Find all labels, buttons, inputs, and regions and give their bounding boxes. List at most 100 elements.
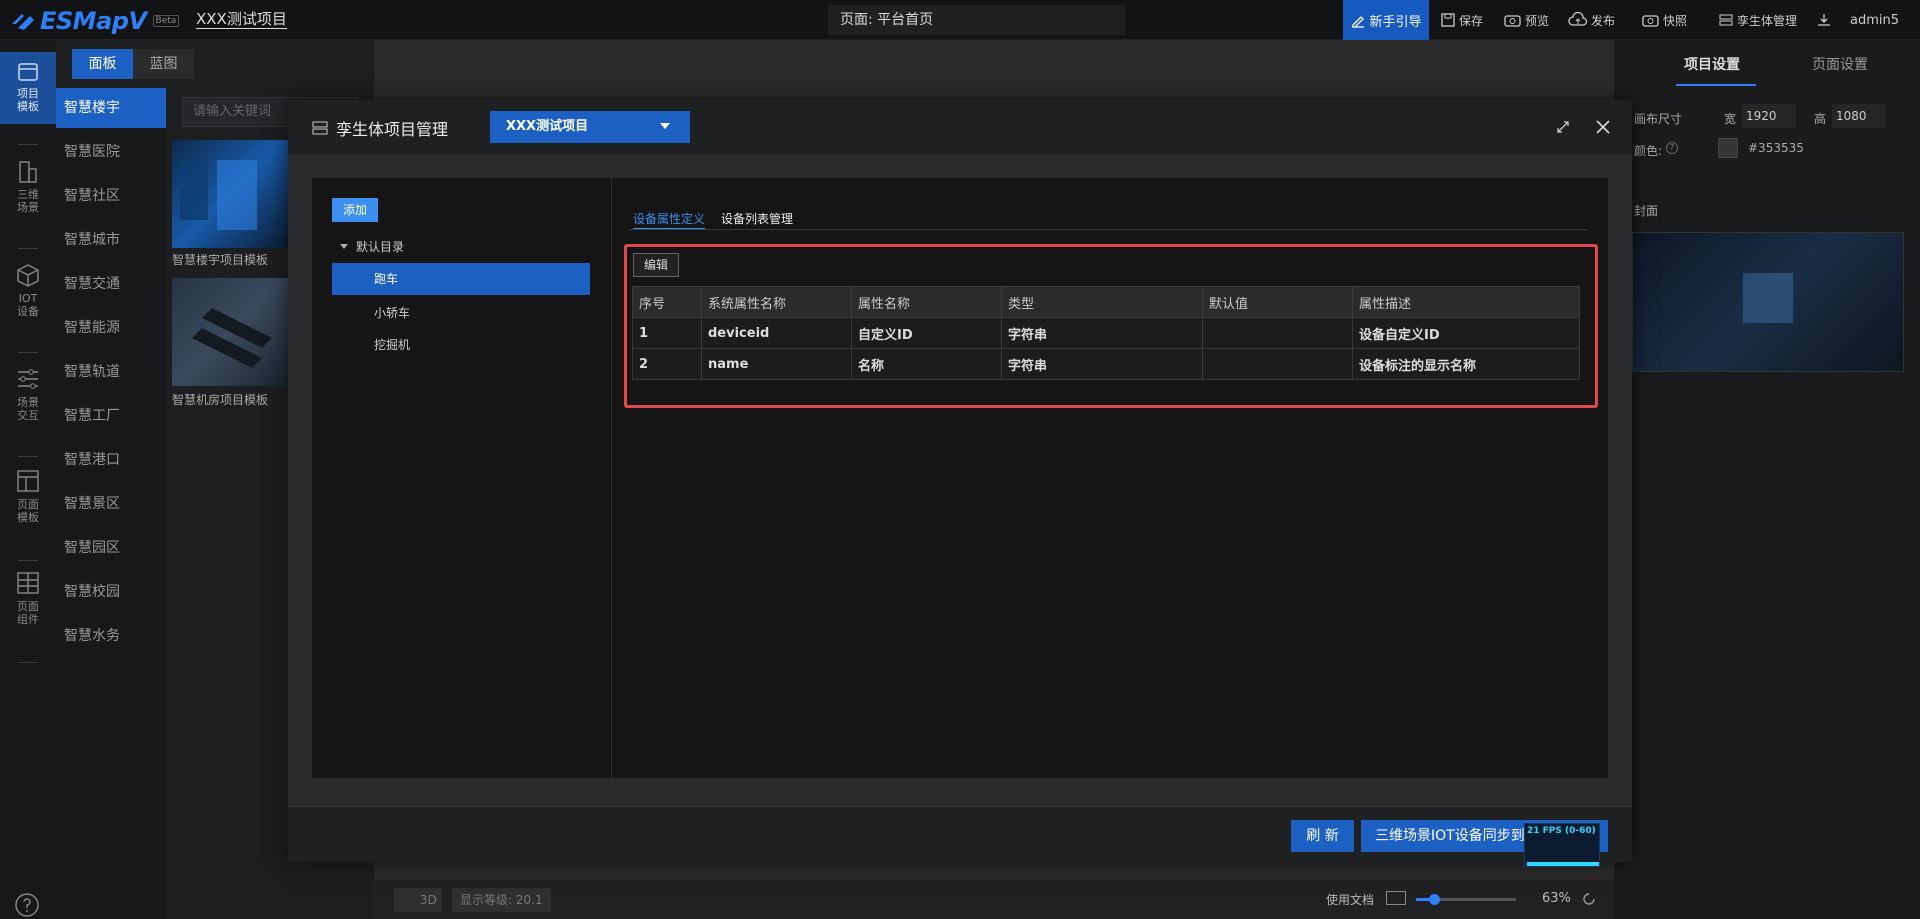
column-header: 序号: [632, 286, 702, 318]
dialog-title: 孪生体项目管理: [336, 120, 449, 139]
tab-attribute-definition[interactable]: 设备属性定义: [633, 210, 705, 227]
help-button[interactable]: [14, 892, 40, 918]
tree-root-label: 默认目录: [356, 240, 405, 254]
guide-button[interactable]: 新手引导: [1343, 0, 1429, 40]
color-swatch[interactable]: [1718, 138, 1738, 158]
panel-tabs: 面板 蓝图: [56, 40, 374, 88]
zoom-slider[interactable]: [1416, 894, 1516, 905]
top-bar: ESMapV Beta XXX测试项目 页面: 平台首页 新手引导 保存 预览 …: [0, 0, 1920, 40]
category-item[interactable]: 智慧交通: [56, 264, 166, 304]
tab-project-settings[interactable]: 项目设置: [1684, 54, 1740, 74]
preview-label: 预览: [1525, 13, 1550, 28]
template-thumbnail[interactable]: [172, 278, 288, 386]
table-cell: deviceid: [701, 317, 852, 349]
server-room-preview-image: [192, 308, 272, 368]
dialog-header: 孪生体项目管理 XXX测试项目: [288, 100, 1632, 154]
left-icon-rail: 项目 模板 三维 场景 IOT 设备 场景 交互 页面 模板 页面 组件: [0, 40, 56, 919]
category-item[interactable]: 智慧景区: [56, 484, 166, 524]
category-item[interactable]: 智慧校园: [56, 572, 166, 612]
close-button[interactable]: [1596, 120, 1610, 134]
active-tab-indicator: [1676, 84, 1756, 86]
twin-management-button[interactable]: 孪生体管理: [1718, 0, 1797, 40]
table-cell: 字符串: [1001, 317, 1203, 349]
attribute-table: 序号 系统属性名称 属性名称 类型 默认值 属性描述 1 deviceid 自定…: [632, 286, 1580, 380]
category-item[interactable]: 智慧水务: [56, 616, 166, 656]
cover-label: 封面: [1634, 204, 1659, 218]
canvas-width-input[interactable]: 1920: [1742, 104, 1796, 128]
table-row[interactable]: 2 name 名称 字符串 设备标注的显示名称: [632, 348, 1580, 380]
rail-3d-scene[interactable]: 三维 场景: [0, 158, 56, 238]
refresh-zoom-button[interactable]: [1580, 890, 1598, 908]
snapshot-label: 快照: [1663, 13, 1688, 28]
color-label: 颜色:: [1634, 144, 1663, 158]
rail-iot-device[interactable]: IOT 设备: [0, 262, 56, 342]
tab-panel[interactable]: 面板: [72, 49, 133, 79]
cloud-upload-icon: [1568, 12, 1588, 26]
building-preview-image: [180, 160, 257, 230]
guide-label: 新手引导: [1369, 14, 1422, 30]
zoom-slider-handle[interactable]: [1429, 894, 1440, 905]
tab-divider: [629, 229, 1587, 230]
maximize-button[interactable]: [1556, 120, 1570, 134]
color-value: #353535: [1748, 141, 1804, 155]
category-item[interactable]: 智慧能源: [56, 308, 166, 348]
tree-item-selected[interactable]: 跑车: [332, 263, 590, 295]
divider: [18, 144, 38, 145]
beta-badge: Beta: [152, 15, 180, 27]
add-button[interactable]: 添加: [332, 198, 378, 222]
twin-project-dialog: 孪生体项目管理 XXX测试项目 添加 默认目录 跑车 小轿车 挖掘机 设备属性定…: [288, 100, 1632, 867]
project-template-icon: [18, 63, 38, 81]
table-cell: 2: [632, 348, 702, 380]
tree-item[interactable]: 挖掘机: [374, 336, 410, 353]
logo-icon: [12, 14, 34, 30]
keyboard-icon[interactable]: [1386, 891, 1406, 905]
table-cell: 名称: [851, 348, 1002, 380]
width-label: 宽: [1724, 112, 1737, 126]
template-thumbnail[interactable]: [172, 140, 288, 248]
canvas-height-input[interactable]: 1080: [1832, 104, 1886, 128]
cover-image[interactable]: [1632, 232, 1904, 372]
refresh-button[interactable]: 刷 新: [1291, 820, 1354, 852]
project-title[interactable]: XXX测试项目: [196, 10, 287, 29]
app-logo[interactable]: ESMapV Beta: [10, 7, 180, 35]
dialog-title-icon: [312, 121, 328, 135]
category-item[interactable]: 智慧城市: [56, 220, 166, 260]
column-header: 默认值: [1202, 286, 1353, 318]
category-item[interactable]: 智慧楼宇: [56, 88, 166, 128]
table-cell: 字符串: [1001, 348, 1203, 380]
rail-project-template[interactable]: 项目 模板: [0, 52, 56, 124]
tree-item[interactable]: 小轿车: [374, 304, 410, 321]
category-item[interactable]: 智慧港口: [56, 440, 166, 480]
project-select[interactable]: XXX测试项目: [490, 111, 690, 143]
category-item[interactable]: 智慧医院: [56, 132, 166, 172]
preview-button[interactable]: 预览: [1504, 0, 1549, 40]
rail-page-component[interactable]: 页面 组件: [0, 570, 56, 652]
rail-page-template[interactable]: 页面 模板: [0, 468, 56, 550]
current-page-selector[interactable]: 页面: 平台首页: [828, 5, 1125, 35]
publish-button[interactable]: 发布: [1568, 0, 1615, 40]
caret-down-icon: [340, 243, 348, 249]
save-icon: [1441, 13, 1455, 27]
category-item[interactable]: 智慧社区: [56, 176, 166, 216]
mode-3d-toggle[interactable]: 3D: [394, 888, 442, 912]
category-item[interactable]: 智慧轨道: [56, 352, 166, 392]
tab-page-settings[interactable]: 页面设置: [1812, 54, 1868, 74]
info-icon: ?: [1666, 142, 1678, 154]
tree-root[interactable]: 默认目录: [340, 238, 404, 255]
column-header: 属性描述: [1352, 286, 1580, 318]
twin-management-label: 孪生体管理: [1737, 13, 1798, 28]
save-button[interactable]: 保存: [1440, 0, 1483, 40]
edit-button[interactable]: 编辑: [633, 253, 679, 277]
tab-blueprint[interactable]: 蓝图: [133, 49, 194, 79]
docs-link[interactable]: 使用文档: [1326, 891, 1374, 908]
category-item[interactable]: 智慧园区: [56, 528, 166, 568]
cover-preview-image: [1743, 273, 1793, 323]
category-item[interactable]: 智慧工厂: [56, 396, 166, 436]
table-row[interactable]: 1 deviceid 自定义ID 字符串 设备自定义ID: [632, 317, 1580, 349]
download-button[interactable]: [1816, 0, 1832, 40]
tab-device-list[interactable]: 设备列表管理: [721, 210, 793, 227]
user-menu[interactable]: admin5: [1850, 0, 1899, 40]
snapshot-button[interactable]: 快照: [1642, 0, 1687, 40]
canvas-size-label: 画布尺寸: [1634, 112, 1683, 126]
rail-scene-interaction[interactable]: 场景 交互: [0, 366, 56, 446]
